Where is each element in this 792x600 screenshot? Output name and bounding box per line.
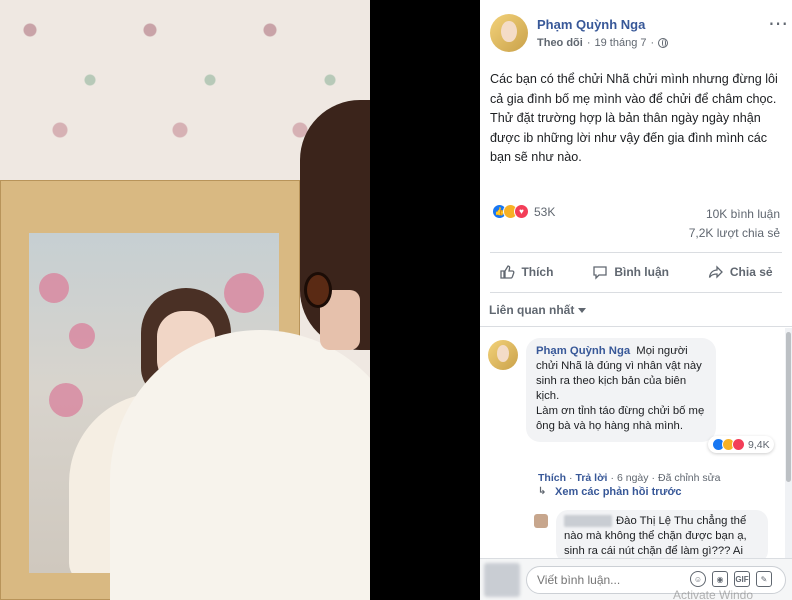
comment-actions: Thích · Trả lời · 6 ngày · Đã chỉnh sửa: [538, 472, 721, 484]
author-avatar[interactable]: [490, 14, 528, 52]
reply-avatar[interactable]: [534, 514, 548, 528]
post-date[interactable]: 19 tháng 7: [595, 37, 647, 49]
emoji-icon[interactable]: ☺: [690, 571, 706, 587]
comment-button[interactable]: Bình luận: [592, 264, 669, 280]
camera-icon[interactable]: ◉: [712, 571, 728, 587]
blurred-name: [564, 515, 612, 528]
reply-author[interactable]: Đào Thị Lệ Thu: [616, 515, 693, 527]
scrollbar-thumb[interactable]: [786, 332, 791, 482]
divider: [490, 292, 782, 293]
view-previous-replies[interactable]: ↳ Xem các phản hồi trước: [538, 486, 681, 498]
view-replies-label: Xem các phản hồi trước: [555, 486, 682, 498]
post-text: Các bạn có thể chửi Nhã chửi mình nhưng …: [490, 72, 778, 164]
share-icon: [708, 265, 723, 279]
divider: [480, 326, 792, 327]
meta-separator: ·: [650, 37, 655, 49]
post-stats: 👍 ♥ 53K 10K bình luận 7,2K lượt chia sẻ: [480, 198, 792, 250]
love-reaction-icon: [732, 438, 745, 451]
sticker-icon[interactable]: ✎: [756, 571, 772, 587]
like-button[interactable]: Thích: [499, 264, 553, 280]
dot-separator: ·: [651, 472, 656, 484]
reaction-count[interactable]: 53K: [534, 205, 555, 219]
share-label: Chia sẻ: [729, 265, 773, 279]
composer-icons: ☺ ◉ GIF ✎: [690, 571, 772, 587]
comment-count[interactable]: 10K bình luận: [706, 207, 780, 221]
globe-icon[interactable]: [658, 38, 669, 48]
current-user-avatar: [484, 563, 520, 597]
meta-separator: ·: [586, 37, 591, 49]
comment-reactions[interactable]: 9,4K: [708, 436, 774, 453]
post-photo[interactable]: [0, 0, 370, 600]
comment-reaction-count: 9,4K: [748, 438, 770, 451]
comment-reply-link[interactable]: Trả lời: [576, 472, 608, 484]
like-label: Thích: [521, 265, 554, 279]
post-meta: Theo dõi · 19 tháng 7 ·: [537, 37, 669, 49]
reply-arrow-icon: ↳: [538, 486, 547, 497]
post-panel: Phạm Quỳnh Nga Theo dõi · 19 tháng 7 · ⋯…: [480, 0, 792, 600]
commenter-avatar[interactable]: [488, 340, 518, 370]
comment-author[interactable]: Phạm Quỳnh Nga: [536, 345, 630, 357]
reaction-summary[interactable]: 👍 ♥ 53K: [492, 204, 555, 219]
comments-list: Phạm Quỳnh Nga Mọi người chửi Nhã là đún…: [480, 328, 792, 563]
share-count[interactable]: 7,2K lượt chia sẻ: [689, 226, 780, 240]
comment-bubble: Phạm Quỳnh Nga Mọi người chửi Nhã là đún…: [526, 338, 716, 442]
post-header: Phạm Quỳnh Nga Theo dõi · 19 tháng 7 · ⋯: [480, 0, 792, 70]
activate-windows-watermark: Activate Windo: [673, 588, 754, 600]
blossom: [69, 323, 95, 349]
blossom: [39, 273, 69, 303]
caret-down-icon: [578, 307, 587, 313]
share-button[interactable]: Chia sẻ: [708, 264, 773, 280]
author-name[interactable]: Phạm Quỳnh Nga: [537, 17, 645, 32]
blossom: [224, 273, 264, 313]
follow-button[interactable]: Theo dõi: [537, 37, 583, 49]
sort-label: Liên quan nhất: [489, 303, 575, 317]
gif-icon[interactable]: GIF: [734, 571, 750, 587]
love-reaction-icon: ♥: [514, 204, 529, 219]
divider: [490, 252, 782, 253]
blossom: [49, 383, 83, 417]
comment-sort-dropdown[interactable]: Liên quan nhất: [489, 303, 587, 317]
comment-like-link[interactable]: Thích: [538, 472, 566, 484]
edited-label[interactable]: Đã chỉnh sửa: [658, 472, 720, 484]
dot-separator: ·: [569, 472, 573, 484]
reply-bubble: Đào Thị Lệ Thu chẳng thể nào mà không th…: [556, 510, 768, 563]
comment-time[interactable]: 6 ngày: [617, 472, 649, 484]
more-options-icon[interactable]: ⋯: [768, 14, 788, 34]
earring: [304, 272, 332, 308]
comment-icon: [593, 266, 607, 280]
comment-label: Bình luận: [614, 265, 669, 279]
thumbs-up-icon: [500, 265, 515, 279]
post-actions: Thích Bình luận Chia sẻ: [480, 256, 792, 288]
comment-text: Mọi người chửi Nhã là đúng vì nhân vật n…: [536, 345, 705, 432]
dot-separator: ·: [610, 472, 614, 484]
